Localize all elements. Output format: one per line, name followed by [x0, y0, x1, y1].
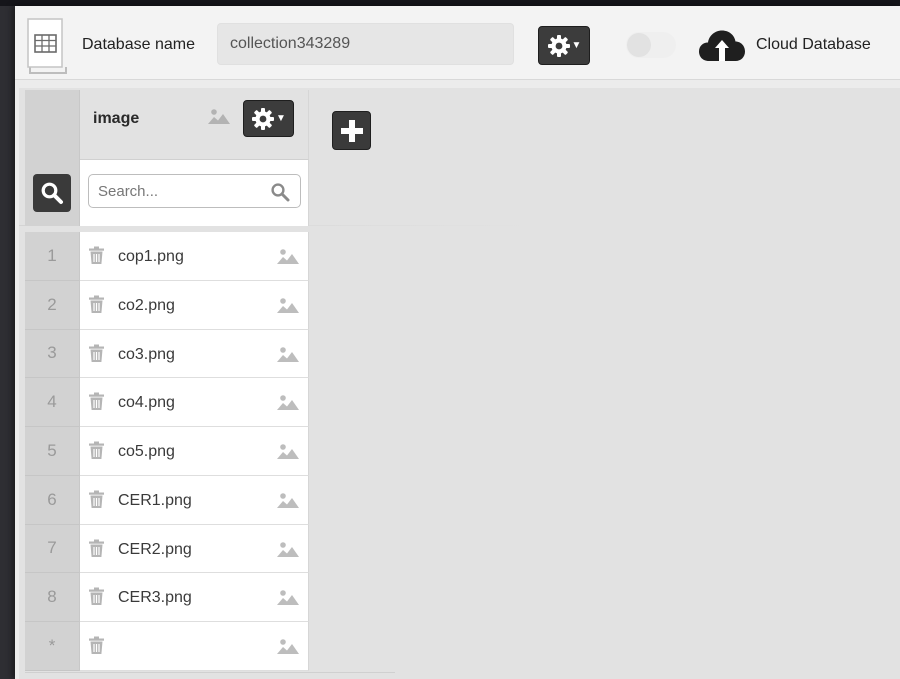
table-row[interactable]: co3.png [80, 329, 309, 379]
table-row[interactable]: co4.png [80, 378, 309, 427]
column-header: image ▼ [80, 90, 309, 160]
table-row[interactable]: co5.png [80, 427, 309, 476]
trash-icon[interactable] [88, 295, 105, 314]
search-icon [41, 182, 63, 204]
table-row[interactable]: co2.png [80, 280, 309, 330]
new-row[interactable] [80, 622, 309, 671]
toggle-knob [627, 33, 651, 57]
row-number: 5 [25, 427, 80, 476]
search-cell [25, 160, 80, 226]
file-name: CER2.png [118, 540, 192, 558]
row-number: 7 [25, 524, 80, 574]
gear-icon [252, 107, 275, 130]
trash-icon[interactable] [88, 587, 105, 606]
image-column: image ▼ Search... cop1.png co2.png co3.p… [80, 90, 309, 671]
column-settings-button[interactable]: ▼ [243, 100, 294, 137]
row-number: 1 [25, 232, 80, 281]
cloud-upload-icon [699, 30, 745, 61]
file-name: CER3.png [118, 589, 192, 607]
trash-icon[interactable] [88, 392, 105, 411]
image-icon[interactable] [277, 589, 299, 606]
image-icon[interactable] [277, 443, 299, 459]
column-title: image [93, 110, 140, 127]
trash-icon[interactable] [88, 636, 105, 655]
file-name: CER1.png [118, 491, 192, 509]
trash-icon[interactable] [88, 490, 105, 509]
row-number: 8 [25, 573, 80, 622]
trash-icon[interactable] [88, 441, 105, 460]
table-row[interactable]: CER2.png [80, 524, 309, 574]
table-row[interactable]: CER1.png [80, 475, 309, 525]
plus-icon [340, 119, 363, 142]
image-icon[interactable] [277, 394, 299, 411]
image-icon[interactable] [277, 346, 299, 362]
grid-bottom-border [25, 672, 395, 673]
column-search-cell [80, 160, 309, 226]
row-number: 6 [25, 475, 80, 525]
add-column-button[interactable] [332, 111, 371, 150]
image-icon[interactable] [277, 248, 299, 264]
image-icon[interactable] [277, 638, 299, 654]
file-name: co4.png [118, 394, 175, 412]
app-window: Database name ▼ [15, 6, 900, 679]
file-name: co5.png [118, 443, 175, 460]
cloud-database-label: Cloud Database [756, 36, 871, 53]
search-icon [271, 183, 290, 202]
file-name: co2.png [118, 296, 175, 314]
table-row[interactable]: CER3.png [80, 573, 309, 622]
image-icon[interactable] [277, 297, 299, 313]
file-name: cop1.png [118, 248, 184, 265]
row-number: 2 [25, 280, 80, 330]
trash-icon[interactable] [88, 344, 105, 363]
trash-icon[interactable] [88, 539, 105, 558]
window-left-edge [0, 6, 15, 679]
gear-icon [547, 34, 570, 57]
table-row[interactable]: cop1.png [80, 232, 309, 281]
chevron-down-icon: ▼ [276, 113, 286, 124]
database-name-input[interactable] [217, 23, 514, 65]
header-bar: Database name ▼ [15, 6, 900, 80]
image-icon[interactable] [277, 492, 299, 508]
file-name: co3.png [118, 345, 175, 363]
image-icon[interactable] [277, 541, 299, 557]
database-name-label: Database name [82, 36, 195, 53]
trash-icon[interactable] [88, 246, 105, 265]
row-number: 3 [25, 329, 80, 379]
corner-cell [25, 90, 80, 160]
table-document-icon [27, 18, 67, 74]
row-number: 4 [25, 378, 80, 427]
row-number-column: 1 2 3 4 5 6 7 8 * [25, 90, 80, 671]
cloud-sync-toggle[interactable] [626, 32, 676, 58]
chevron-down-icon: ▼ [571, 40, 582, 51]
new-row-marker: * [25, 622, 80, 671]
database-settings-button[interactable]: ▼ [538, 26, 590, 65]
search-button[interactable] [33, 174, 71, 212]
image-icon [208, 109, 230, 124]
